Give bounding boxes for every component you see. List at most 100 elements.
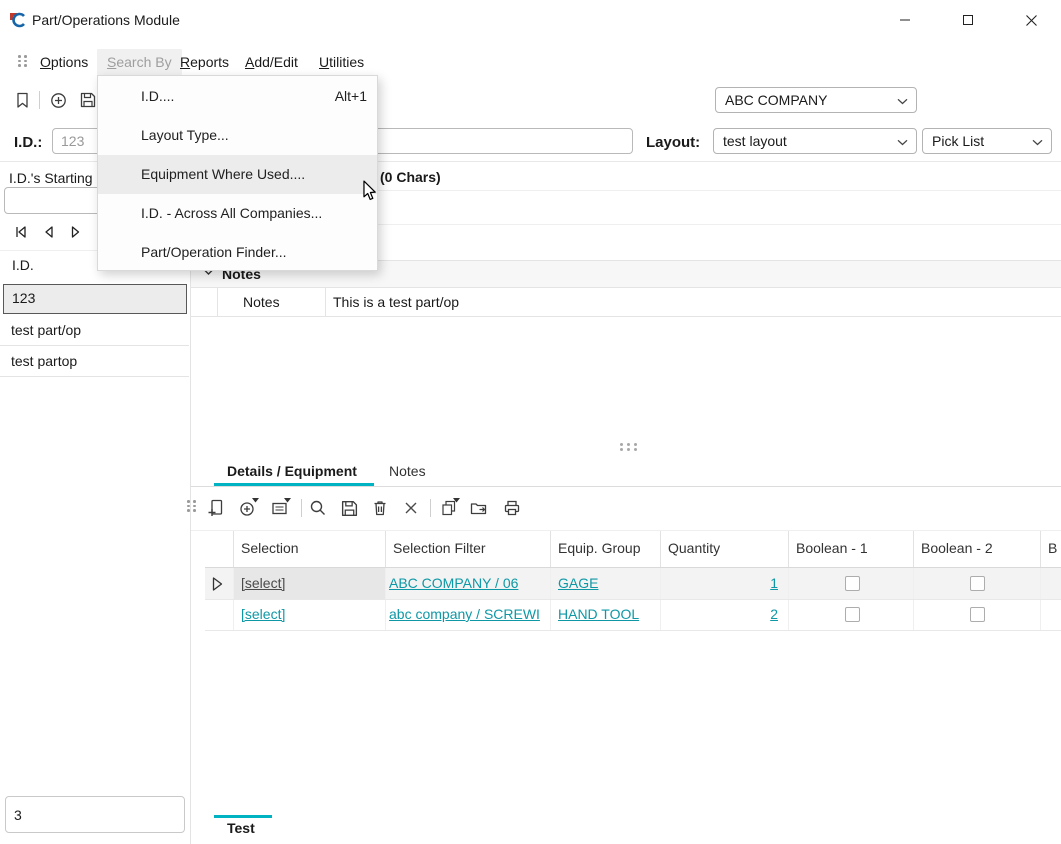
company-dropdown[interactable]: ABC COMPANY (715, 87, 917, 113)
list-item[interactable]: test partop (0, 346, 189, 377)
column-header-boolean-1[interactable]: Boolean - 1 (796, 530, 868, 567)
dropdown-caret-icon (284, 498, 291, 503)
menu-item-id[interactable]: I.D.... Alt+1 (98, 77, 377, 116)
delete-button[interactable] (369, 497, 391, 519)
dropdown-caret-icon (453, 498, 460, 503)
column-divider (660, 531, 661, 567)
bottom-tab-indicator (214, 815, 272, 818)
record-count-value: 3 (14, 807, 22, 823)
dropdown-caret-icon (252, 498, 259, 503)
search-button[interactable] (307, 497, 329, 519)
menu-item-label: I.D.... (141, 88, 174, 104)
maximize-button[interactable] (945, 0, 991, 40)
selection-filter-link[interactable]: abc company / SCREWI (389, 606, 540, 622)
selection-filter-link[interactable]: ABC COMPANY / 06 (389, 575, 518, 592)
current-row-indicator-icon[interactable] (212, 577, 223, 591)
menu-reports-accel: R (180, 54, 190, 70)
boolean-1-checkbox[interactable] (845, 576, 860, 591)
menu-item-shortcut: Alt+1 (335, 77, 367, 116)
menu-search-by[interactable]: Search By (97, 49, 182, 75)
tab-details-equipment[interactable]: Details / Equipment (227, 463, 357, 479)
save-icon (340, 499, 359, 518)
search-by-menu: I.D.... Alt+1 Layout Type... Equipment W… (97, 75, 378, 271)
notes-row-value[interactable]: This is a test part/op (333, 294, 459, 310)
menu-utilities[interactable]: Utilities (319, 54, 364, 70)
column-header-selection[interactable]: Selection (241, 530, 299, 567)
window-title: Part/Operations Module (32, 12, 180, 28)
save-button[interactable] (338, 497, 360, 519)
add-record-button[interactable] (47, 89, 69, 111)
save-record-button[interactable] (77, 89, 99, 111)
picklist-dropdown-value: Pick List (932, 133, 984, 149)
menu-item-equipment-where-used[interactable]: Equipment Where Used.... (98, 155, 377, 194)
bottom-tab-test[interactable]: Test (227, 820, 255, 836)
select-link[interactable]: [select] (241, 575, 285, 592)
layout-dropdown-value: test layout (723, 133, 787, 149)
cell-divider (325, 288, 326, 316)
form-view-button[interactable] (269, 497, 291, 519)
toolbar-separator (430, 499, 431, 517)
list-item-label: 123 (12, 290, 35, 306)
list-item[interactable]: 123 (3, 284, 187, 314)
select-link[interactable]: [select] (241, 606, 285, 623)
menu-search-by-accel: S (107, 54, 116, 70)
column-header-boolean-3[interactable]: B (1048, 530, 1057, 567)
nav-next-button[interactable] (62, 219, 88, 245)
tab-notes[interactable]: Notes (389, 463, 426, 479)
menu-item-layout-type[interactable]: Layout Type... (98, 116, 377, 155)
quantity-cell: 2 (660, 606, 778, 623)
layout-dropdown[interactable]: test layout (713, 128, 917, 154)
selection-filter-cell: abc company / SCREWI (389, 606, 547, 623)
boolean-1-checkbox[interactable] (845, 607, 860, 622)
boolean-2-checkbox[interactable] (970, 607, 985, 622)
row-divider (205, 599, 1061, 600)
column-header-selection-filter[interactable]: Selection Filter (393, 530, 486, 567)
divider (191, 486, 1061, 487)
picklist-dropdown[interactable]: Pick List (922, 128, 1052, 154)
boolean-2-checkbox[interactable] (970, 576, 985, 591)
column-header-boolean-2[interactable]: Boolean - 2 (921, 530, 993, 567)
list-item[interactable]: test part/op (0, 315, 189, 346)
menubar-grip-handle[interactable] (18, 55, 28, 67)
next-record-icon (66, 223, 84, 241)
menu-item-part-operation-finder[interactable]: Part/Operation Finder... (98, 233, 377, 272)
menu-options[interactable]: Options (40, 54, 88, 70)
folder-export-icon (469, 498, 489, 518)
titlebar: Part/Operations Module (0, 0, 1061, 40)
cancel-button[interactable] (400, 497, 422, 519)
menu-item-label: I.D. - Across All Companies... (141, 205, 322, 221)
add-item-button[interactable] (237, 497, 259, 519)
open-folder-button[interactable] (468, 497, 490, 519)
trash-icon (370, 498, 390, 518)
splitter-handle[interactable] (620, 443, 639, 451)
bookmark-icon (13, 91, 31, 109)
insert-row-button[interactable] (205, 497, 227, 519)
menu-reports[interactable]: Reports (180, 54, 229, 70)
equip-group-link[interactable]: GAGE (558, 575, 598, 592)
id-list-header: I.D. (12, 257, 34, 273)
menu-options-rest: ptions (51, 54, 88, 70)
print-button[interactable] (501, 497, 523, 519)
minimize-button[interactable] (882, 0, 928, 40)
menu-item-label: Equipment Where Used.... (141, 166, 305, 182)
menu-add-edit[interactable]: Add/Edit (245, 54, 298, 70)
quantity-link[interactable]: 1 (770, 575, 778, 591)
menu-reports-rest: eports (190, 54, 229, 70)
nav-first-button[interactable] (8, 219, 34, 245)
column-header-equip-group[interactable]: Equip. Group (558, 530, 641, 567)
bookmark-button[interactable] (11, 89, 33, 111)
quantity-link[interactable]: 2 (770, 606, 778, 622)
nav-previous-button[interactable] (36, 219, 62, 245)
equip-group-link[interactable]: HAND TOOL (558, 606, 639, 623)
column-divider (1040, 531, 1041, 567)
record-count-box[interactable]: 3 (5, 796, 185, 833)
close-button[interactable] (1008, 0, 1054, 40)
divider (191, 316, 1061, 317)
printer-icon (502, 498, 522, 518)
toolbar-grip-handle[interactable] (187, 500, 197, 512)
copy-button[interactable] (438, 497, 460, 519)
column-divider (233, 531, 234, 567)
menu-item-id-across-all-companies[interactable]: I.D. - Across All Companies... (98, 194, 377, 233)
first-record-icon (12, 223, 30, 241)
column-header-quantity[interactable]: Quantity (668, 530, 720, 567)
